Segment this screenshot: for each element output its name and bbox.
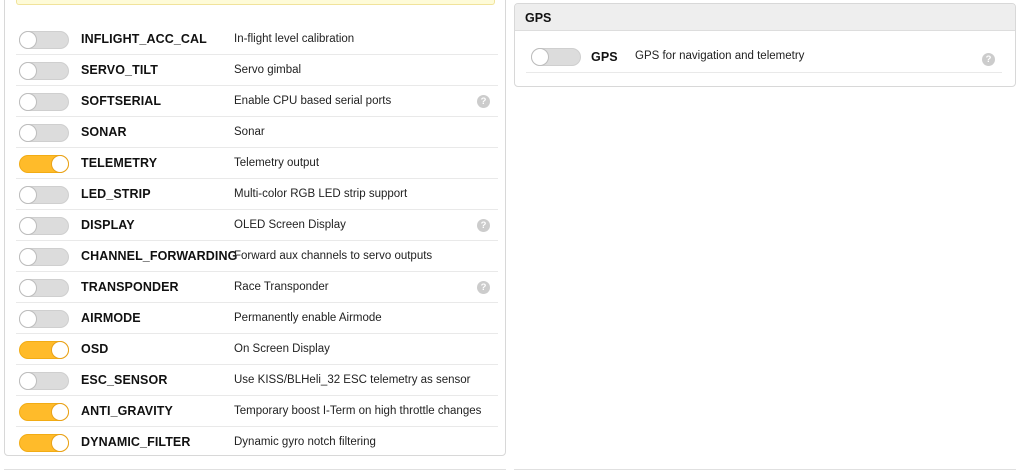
toggle-knob (20, 218, 36, 234)
feature-description: Use KISS/BLHeli_32 ESC telemetry as sens… (234, 374, 471, 386)
toggle-knob (20, 280, 36, 296)
toggle-knob (20, 63, 36, 79)
toggle-knob (52, 404, 68, 420)
telemetry-toggle[interactable] (19, 155, 69, 173)
toggle-knob (52, 156, 68, 172)
feature-description: On Screen Display (234, 343, 330, 355)
feature-description: Race Transponder (234, 281, 329, 293)
feature-name: OSD (81, 342, 109, 356)
feature-description: Forward aux channels to servo outputs (234, 250, 433, 262)
feature-row-inflight-acc-cal: INFLIGHT_ACC_CAL In-flight level calibrat… (5, 24, 505, 55)
feature-row-esc-sensor: ESC_SENSOR Use KISS/BLHeli_32 ESC telemet… (5, 365, 505, 396)
gps-panel-header: GPS (515, 4, 1015, 31)
transponder-toggle[interactable] (19, 279, 69, 297)
feature-description: Multi-color RGB LED strip support (234, 188, 408, 200)
toggle-knob (20, 249, 36, 265)
question-circle-icon[interactable]: ? (477, 281, 490, 294)
osd-toggle[interactable] (19, 341, 69, 359)
feature-row-display: DISPLAY OLED Screen Display? (5, 210, 505, 241)
dynamic-filter-toggle[interactable] (19, 434, 69, 452)
question-circle-icon[interactable]: ? (477, 219, 490, 232)
feature-row-led-strip: LED_STRIP Multi-color RGB LED strip suppo… (5, 179, 505, 210)
feature-row-transponder: TRANSPONDER Race Transponder? (5, 272, 505, 303)
feature-name: ANTI_GRAVITY (81, 404, 173, 418)
inflight-acc-cal-toggle[interactable] (19, 31, 69, 49)
gps-panel-title: GPS (525, 11, 552, 25)
sonar-toggle[interactable] (19, 124, 69, 142)
toggle-knob (20, 94, 36, 110)
feature-name: DYNAMIC_FILTER (81, 435, 191, 449)
feature-row-servo-tilt: SERVO_TILT Servo gimbal (5, 55, 505, 86)
anti-gravity-toggle[interactable] (19, 403, 69, 421)
feature-name: TELEMETRY (81, 156, 158, 170)
feature-row-channel-forwarding: CHANNEL_FORWARDING Forward aux channels t… (5, 241, 505, 272)
feature-description: OLED Screen Display (234, 219, 346, 231)
bottom-panel-left-edge (4, 469, 506, 476)
toggle-knob (20, 32, 36, 48)
feature-row-gps: GPS GPS for navigation and telemetry ? (515, 41, 1015, 73)
feature-name: SONAR (81, 125, 127, 139)
feature-description: Enable CPU based serial ports (234, 95, 392, 107)
feature-name: AIRMODE (81, 311, 141, 325)
features-panel: INFLIGHT_ACC_CAL In-flight level calibrat… (4, 0, 506, 456)
feature-name: GPS (591, 50, 618, 64)
feature-name: SOFTSERIAL (81, 94, 162, 108)
toggle-knob (20, 187, 36, 203)
bottom-panel-right-edge (514, 469, 1016, 476)
feature-row-dynamic-filter: DYNAMIC_FILTER Dynamic gyro notch filteri… (5, 427, 505, 458)
toggle-knob (20, 373, 36, 389)
toggle-knob (20, 125, 36, 141)
feature-row-softserial: SOFTSERIAL Enable CPU based serial ports? (5, 86, 505, 117)
gps-panel: GPS GPS GPS for navigation and telemetry… (514, 3, 1016, 87)
feature-description: GPS for navigation and telemetry (635, 50, 805, 62)
feature-row-osd: OSD On Screen Display (5, 334, 505, 365)
feature-name: INFLIGHT_ACC_CAL (81, 32, 207, 46)
toggle-knob (52, 435, 68, 451)
feature-name: ESC_SENSOR (81, 373, 168, 387)
feature-description: In-flight level calibration (234, 33, 355, 45)
feature-name: TRANSPONDER (81, 280, 179, 294)
toggle-knob (52, 342, 68, 358)
esc-sensor-toggle[interactable] (19, 372, 69, 390)
feature-description: Sonar (234, 126, 265, 138)
airmode-toggle[interactable] (19, 310, 69, 328)
feature-name: LED_STRIP (81, 187, 151, 201)
gps-toggle[interactable] (531, 48, 581, 66)
feature-row-sonar: SONAR Sonar (5, 117, 505, 148)
feature-row-anti-gravity: ANTI_GRAVITY Temporary boost I-Term on hi… (5, 396, 505, 427)
servo-tilt-toggle[interactable] (19, 62, 69, 80)
feature-description: Dynamic gyro notch filtering (234, 436, 376, 448)
feature-description: Temporary boost I-Term on high throttle … (234, 405, 482, 417)
feature-list: INFLIGHT_ACC_CAL In-flight level calibrat… (5, 24, 505, 458)
display-toggle[interactable] (19, 217, 69, 235)
configuration-page: INFLIGHT_ACC_CAL In-flight level calibrat… (0, 0, 1024, 476)
feature-row-airmode: AIRMODE Permanently enable Airmode (5, 303, 505, 334)
channel-forwarding-toggle[interactable] (19, 248, 69, 266)
warning-note (16, 0, 495, 5)
feature-description: Permanently enable Airmode (234, 312, 382, 324)
toggle-knob (532, 49, 548, 65)
feature-description: Servo gimbal (234, 64, 302, 76)
feature-description: Telemetry output (234, 157, 320, 169)
feature-name: CHANNEL_FORWARDING (81, 249, 238, 263)
question-circle-icon[interactable]: ? (982, 53, 995, 66)
feature-name: SERVO_TILT (81, 63, 158, 77)
feature-row-telemetry: TELEMETRY Telemetry output (5, 148, 505, 179)
softserial-toggle[interactable] (19, 93, 69, 111)
led-strip-toggle[interactable] (19, 186, 69, 204)
toggle-knob (20, 311, 36, 327)
feature-name: DISPLAY (81, 218, 135, 232)
question-circle-icon[interactable]: ? (477, 95, 490, 108)
